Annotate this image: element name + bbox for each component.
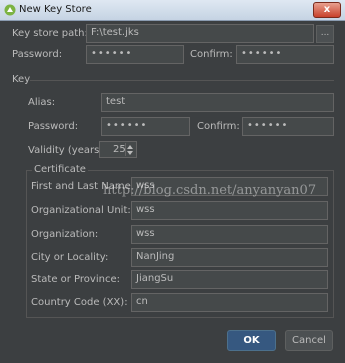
title-bar: New Key Store x [0,0,345,21]
key-password-label: Password: [28,121,79,132]
org-unit-input[interactable]: wss [131,201,328,220]
certificate-section-label: Certificate [32,164,88,175]
org-unit-label: Organizational Unit: [31,205,131,216]
keystore-confirm-field[interactable]: •••••• [236,45,334,64]
validity-value: 25 [113,144,126,155]
keystore-path-input[interactable]: F:\test.jks [86,24,314,43]
spinner-arrows[interactable] [125,143,135,156]
state-label: State or Province: [31,274,120,285]
cancel-button[interactable]: Cancel [285,330,333,351]
keystore-password-label: Password: [12,49,63,60]
city-input[interactable]: NanJing [131,248,328,267]
alias-input[interactable]: test [101,93,334,112]
close-button[interactable]: x [313,2,341,18]
window-title: New Key Store [19,4,92,15]
android-studio-icon [4,4,16,16]
validity-label: Validity (years): [28,145,107,156]
organization-label: Organization: [31,229,99,240]
keystore-path-label: Key store path: [12,28,88,39]
key-confirm-field[interactable]: •••••• [242,117,334,136]
organization-input[interactable]: wss [131,225,328,244]
spinner-down-icon[interactable] [127,151,133,155]
ok-button[interactable]: OK [227,330,276,351]
key-section-label: Key [12,74,31,85]
country-code-input[interactable]: cn [131,293,328,312]
browse-button[interactable]: ... [316,25,334,43]
keystore-confirm-label: Confirm: [190,49,233,60]
state-input[interactable]: JiangSu [131,270,328,289]
watermark-text: http://blog.csdn.net/anyanyan07 [103,183,317,198]
validity-spinner[interactable]: 25 [99,141,137,158]
spinner-up-icon[interactable] [127,145,133,149]
key-confirm-label: Confirm: [197,121,240,132]
keystore-password-field[interactable]: •••••• [86,45,184,64]
key-section-divider [30,80,334,81]
country-code-label: Country Code (XX): [31,297,128,308]
alias-label: Alias: [28,97,56,108]
key-password-field[interactable]: •••••• [101,117,190,136]
city-label: City or Locality: [31,252,109,263]
